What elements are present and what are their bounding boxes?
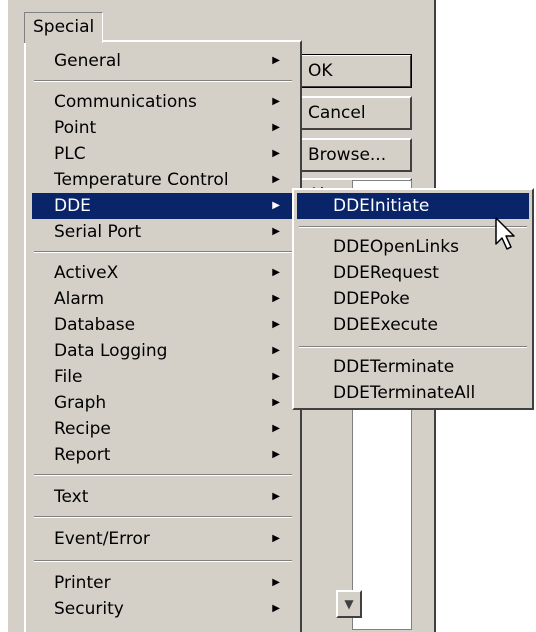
menu-item-general[interactable]: General ▶ [32, 48, 296, 74]
submenu-item-ddeterminate[interactable]: DDETerminate [297, 354, 529, 380]
menu-item-label: Point [54, 118, 97, 138]
menu-item-report[interactable]: Report ▶ [32, 442, 296, 468]
menu-item-label: Database [54, 315, 136, 335]
menu-separator [34, 516, 292, 518]
submenu-arrow-icon: ▶ [272, 200, 280, 211]
menu-item-printer[interactable]: Printer ▶ [32, 570, 296, 596]
menu-item-label: File [54, 367, 83, 387]
ok-button[interactable]: OK [300, 54, 412, 88]
menu-item-data-logging[interactable]: Data Logging ▶ [32, 338, 296, 364]
dialog-left-edge [0, 0, 8, 632]
menu-item-label: Serial Port [54, 222, 142, 242]
submenu-arrow-icon: ▶ [272, 122, 280, 133]
submenu-arrow-icon: ▶ [272, 96, 280, 107]
submenu-arrow-icon: ▶ [272, 371, 280, 382]
submenu-arrow-icon: ▶ [272, 397, 280, 408]
menu-item-database[interactable]: Database ▶ [32, 312, 296, 338]
menu-item-temperature-control[interactable]: Temperature Control ▶ [32, 167, 296, 193]
submenu-arrow-icon: ▶ [272, 226, 280, 237]
menu-separator [299, 346, 527, 348]
menu-item-label: Security [54, 599, 124, 619]
menu-item-alarm[interactable]: Alarm ▶ [32, 286, 296, 312]
submenu-arrow-icon: ▶ [272, 293, 280, 304]
submenu-arrow-icon: ▶ [272, 423, 280, 434]
menu-item-text[interactable]: Text ▶ [32, 484, 296, 510]
menu-item-file[interactable]: File ▶ [32, 364, 296, 390]
menu-item-label: Printer [54, 573, 111, 593]
submenu-arrow-icon: ▶ [272, 533, 280, 544]
submenu-arrow-icon: ▶ [272, 174, 280, 185]
cancel-button[interactable]: Cancel [300, 96, 412, 130]
menu-item-label: Event/Error [54, 529, 150, 549]
menu-item-label: Graph [54, 393, 107, 413]
menu-separator [34, 474, 292, 476]
menu-item-label: Data Logging [54, 341, 168, 361]
menu-item-label: Temperature Control [54, 170, 229, 190]
menu-separator [34, 251, 292, 253]
browse-button[interactable]: Browse... [300, 138, 412, 172]
menu-item-security[interactable]: Security ▶ [32, 596, 296, 622]
menu-item-label: Alarm [54, 289, 105, 309]
menu-item-communications[interactable]: Communications ▶ [32, 89, 296, 115]
mouse-pointer-icon [495, 217, 515, 250]
menu-item-activex[interactable]: ActiveX ▶ [32, 260, 296, 286]
menu-item-event-error[interactable]: Event/Error ▶ [32, 526, 296, 552]
menu-separator [34, 560, 292, 562]
menu-item-serial-port[interactable]: Serial Port ▶ [32, 219, 296, 245]
menu-item-label: ActiveX [54, 263, 119, 283]
special-menu: General ▶ Communications ▶ Point ▶ PLC ▶ Tem… [24, 40, 302, 632]
submenu-arrow-icon: ▶ [272, 603, 280, 614]
menu-item-label: Recipe [54, 419, 111, 439]
menu-item-dde[interactable]: DDE ▶ [32, 193, 296, 219]
submenu-arrow-icon: ▶ [272, 148, 280, 159]
submenu-item-dderequest[interactable]: DDERequest [297, 260, 529, 286]
scroll-down-button[interactable]: ▼ [336, 590, 362, 618]
submenu-item-ddeterminateall[interactable]: DDETerminateAll [297, 380, 529, 406]
submenu-item-ddeexecute[interactable]: DDEExecute [297, 312, 529, 338]
submenu-arrow-icon: ▶ [272, 345, 280, 356]
submenu-arrow-icon: ▶ [272, 55, 280, 66]
menu-item-plc[interactable]: PLC ▶ [32, 141, 296, 167]
submenu-arrow-icon: ▶ [272, 491, 280, 502]
menu-item-label: Report [54, 445, 111, 465]
menu-item-point[interactable]: Point ▶ [32, 115, 296, 141]
menu-item-label: Communications [54, 92, 197, 112]
menu-item-graph[interactable]: Graph ▶ [32, 390, 296, 416]
menu-item-label: DDE [54, 196, 91, 216]
menu-separator [299, 226, 527, 228]
menu-item-recipe[interactable]: Recipe ▶ [32, 416, 296, 442]
submenu-arrow-icon: ▶ [272, 577, 280, 588]
submenu-item-ddepoke[interactable]: DDEPoke [297, 286, 529, 312]
menu-separator [34, 80, 292, 82]
menu-item-label: General [54, 51, 121, 71]
menu-special[interactable]: Special [24, 12, 104, 43]
menu-item-label: Text [54, 487, 89, 507]
menu-item-label: PLC [54, 144, 86, 164]
submenu-arrow-icon: ▶ [272, 449, 280, 460]
submenu-arrow-icon: ▶ [272, 319, 280, 330]
submenu-arrow-icon: ▶ [272, 267, 280, 278]
